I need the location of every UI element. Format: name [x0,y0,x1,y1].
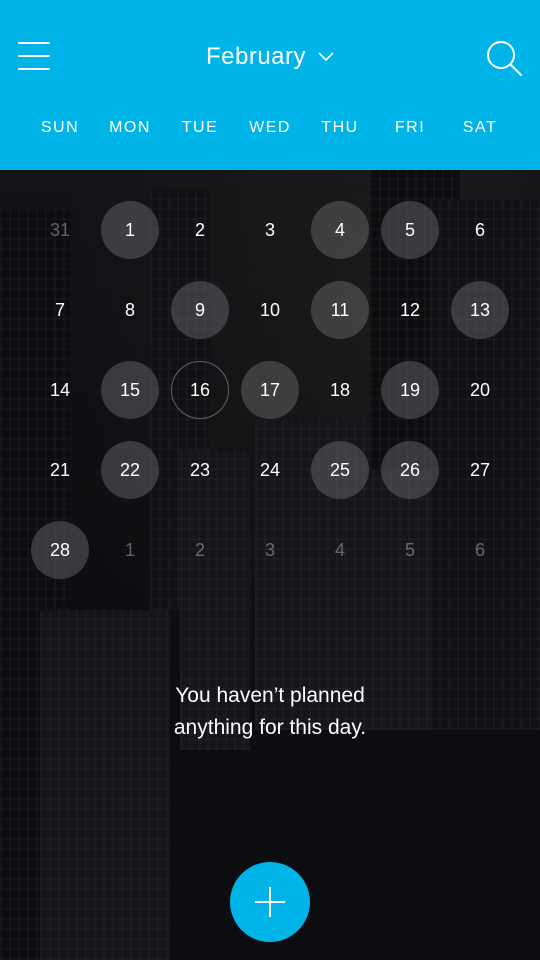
day-number: 20 [469,379,491,400]
weekday-label: TUE [181,119,219,136]
calendar-day-cell[interactable]: 21 [25,430,95,510]
calendar-day-cell[interactable]: 14 [25,350,95,430]
month-selector[interactable]: February [180,36,360,78]
calendar-day-cell[interactable]: 26 [375,430,445,510]
day-number: 6 [474,219,485,240]
calendar-day-cell[interactable]: 2 [165,510,235,590]
calendar-day-cell[interactable]: 12 [375,270,445,350]
calendar-day-cell[interactable]: 3 [235,510,305,590]
calendar-day-cell[interactable]: 5 [375,190,445,270]
add-event-button[interactable] [230,862,310,942]
calendar-day-cell[interactable]: 6 [445,510,515,590]
calendar-day-cell[interactable]: 4 [305,510,375,590]
day-number: 15 [101,361,159,419]
weekday-header-row: SUN MON TUE WED THU FRI SAT [25,114,515,142]
day-number: 2 [194,539,205,560]
day-number: 11 [311,281,369,339]
calendar-day-cell[interactable]: 19 [375,350,445,430]
weekday-label: FRI [394,119,426,136]
day-number: 27 [469,459,491,480]
chevron-down-icon [318,52,334,62]
day-number: 8 [124,299,135,320]
weekday-label: SAT [462,119,498,136]
calendar-day-cell[interactable]: 17 [235,350,305,430]
calendar-day-cell[interactable]: 10 [235,270,305,350]
calendar-day-cell[interactable]: 23 [165,430,235,510]
hamburger-menu-icon[interactable] [18,42,50,70]
day-number: 13 [451,281,509,339]
calendar-day-cell[interactable]: 25 [305,430,375,510]
day-number: 7 [54,299,65,320]
calendar-day-cell[interactable]: 24 [235,430,305,510]
empty-state-line: anything for this day. [173,716,367,739]
day-number: 19 [381,361,439,419]
day-number: 31 [49,219,71,240]
day-number: 26 [381,441,439,499]
calendar-day-cell[interactable]: 15 [95,350,165,430]
calendar-day-cell[interactable]: 28 [25,510,95,590]
calendar-day-cell[interactable]: 1 [95,510,165,590]
day-number: 3 [264,219,275,240]
calendar-day-cell[interactable]: 8 [95,270,165,350]
day-number: 1 [101,201,159,259]
app-header: February SUN MON TUE WED THU FRI SAT [0,0,540,170]
day-number: 4 [311,201,369,259]
calendar-day-cell[interactable]: 22 [95,430,165,510]
weekday-label: WED [249,119,291,136]
month-title: February [205,43,307,70]
day-number: 17 [241,361,299,419]
calendar-grid: 31 1 2 3 4 5 6 7 8 9 10 11 12 13 14 15 16 17 18 19 20 21 22 23 2… [25,190,515,590]
day-number: 9 [171,281,229,339]
day-number: 5 [404,539,415,560]
calendar-day-cell[interactable]: 1 [95,190,165,270]
selected-day-number: 16 [171,361,229,419]
day-number: 14 [49,379,71,400]
calendar-day-cell[interactable]: 13 [445,270,515,350]
search-icon[interactable] [484,38,524,78]
calendar-day-cell[interactable]: 9 [165,270,235,350]
calendar-day-cell[interactable]: 20 [445,350,515,430]
calendar-day-cell[interactable]: 18 [305,350,375,430]
calendar-day-cell[interactable]: 2 [165,190,235,270]
calendar-day-cell[interactable]: 27 [445,430,515,510]
empty-state-line: You haven’t planned [175,684,365,707]
calendar-day-cell[interactable]: 11 [305,270,375,350]
calendar-day-cell[interactable]: 3 [235,190,305,270]
day-number: 6 [474,539,485,560]
calendar-day-cell[interactable]: 16 [165,350,235,430]
day-number: 10 [259,299,281,320]
calendar-day-cell[interactable]: 31 [25,190,95,270]
day-number: 3 [264,539,275,560]
weekday-label: SUN [40,119,80,136]
day-number: 21 [49,459,71,480]
day-number: 12 [399,299,421,320]
plus-icon [255,887,285,917]
day-number: 4 [334,539,345,560]
calendar-day-cell[interactable]: 4 [305,190,375,270]
weekday-label: THU [321,119,359,136]
day-number: 23 [189,459,211,480]
day-number: 5 [381,201,439,259]
day-number: 2 [194,219,205,240]
weekday-label: MON [109,119,151,136]
empty-state-message: You haven’t planned anything for this da… [0,680,540,744]
day-number: 25 [311,441,369,499]
day-number: 1 [124,539,135,560]
calendar-day-cell[interactable]: 7 [25,270,95,350]
day-number: 22 [101,441,159,499]
calendar-day-cell[interactable]: 5 [375,510,445,590]
day-number: 28 [31,521,89,579]
day-number: 24 [259,459,281,480]
day-number: 18 [329,379,351,400]
calendar-day-cell[interactable]: 6 [445,190,515,270]
